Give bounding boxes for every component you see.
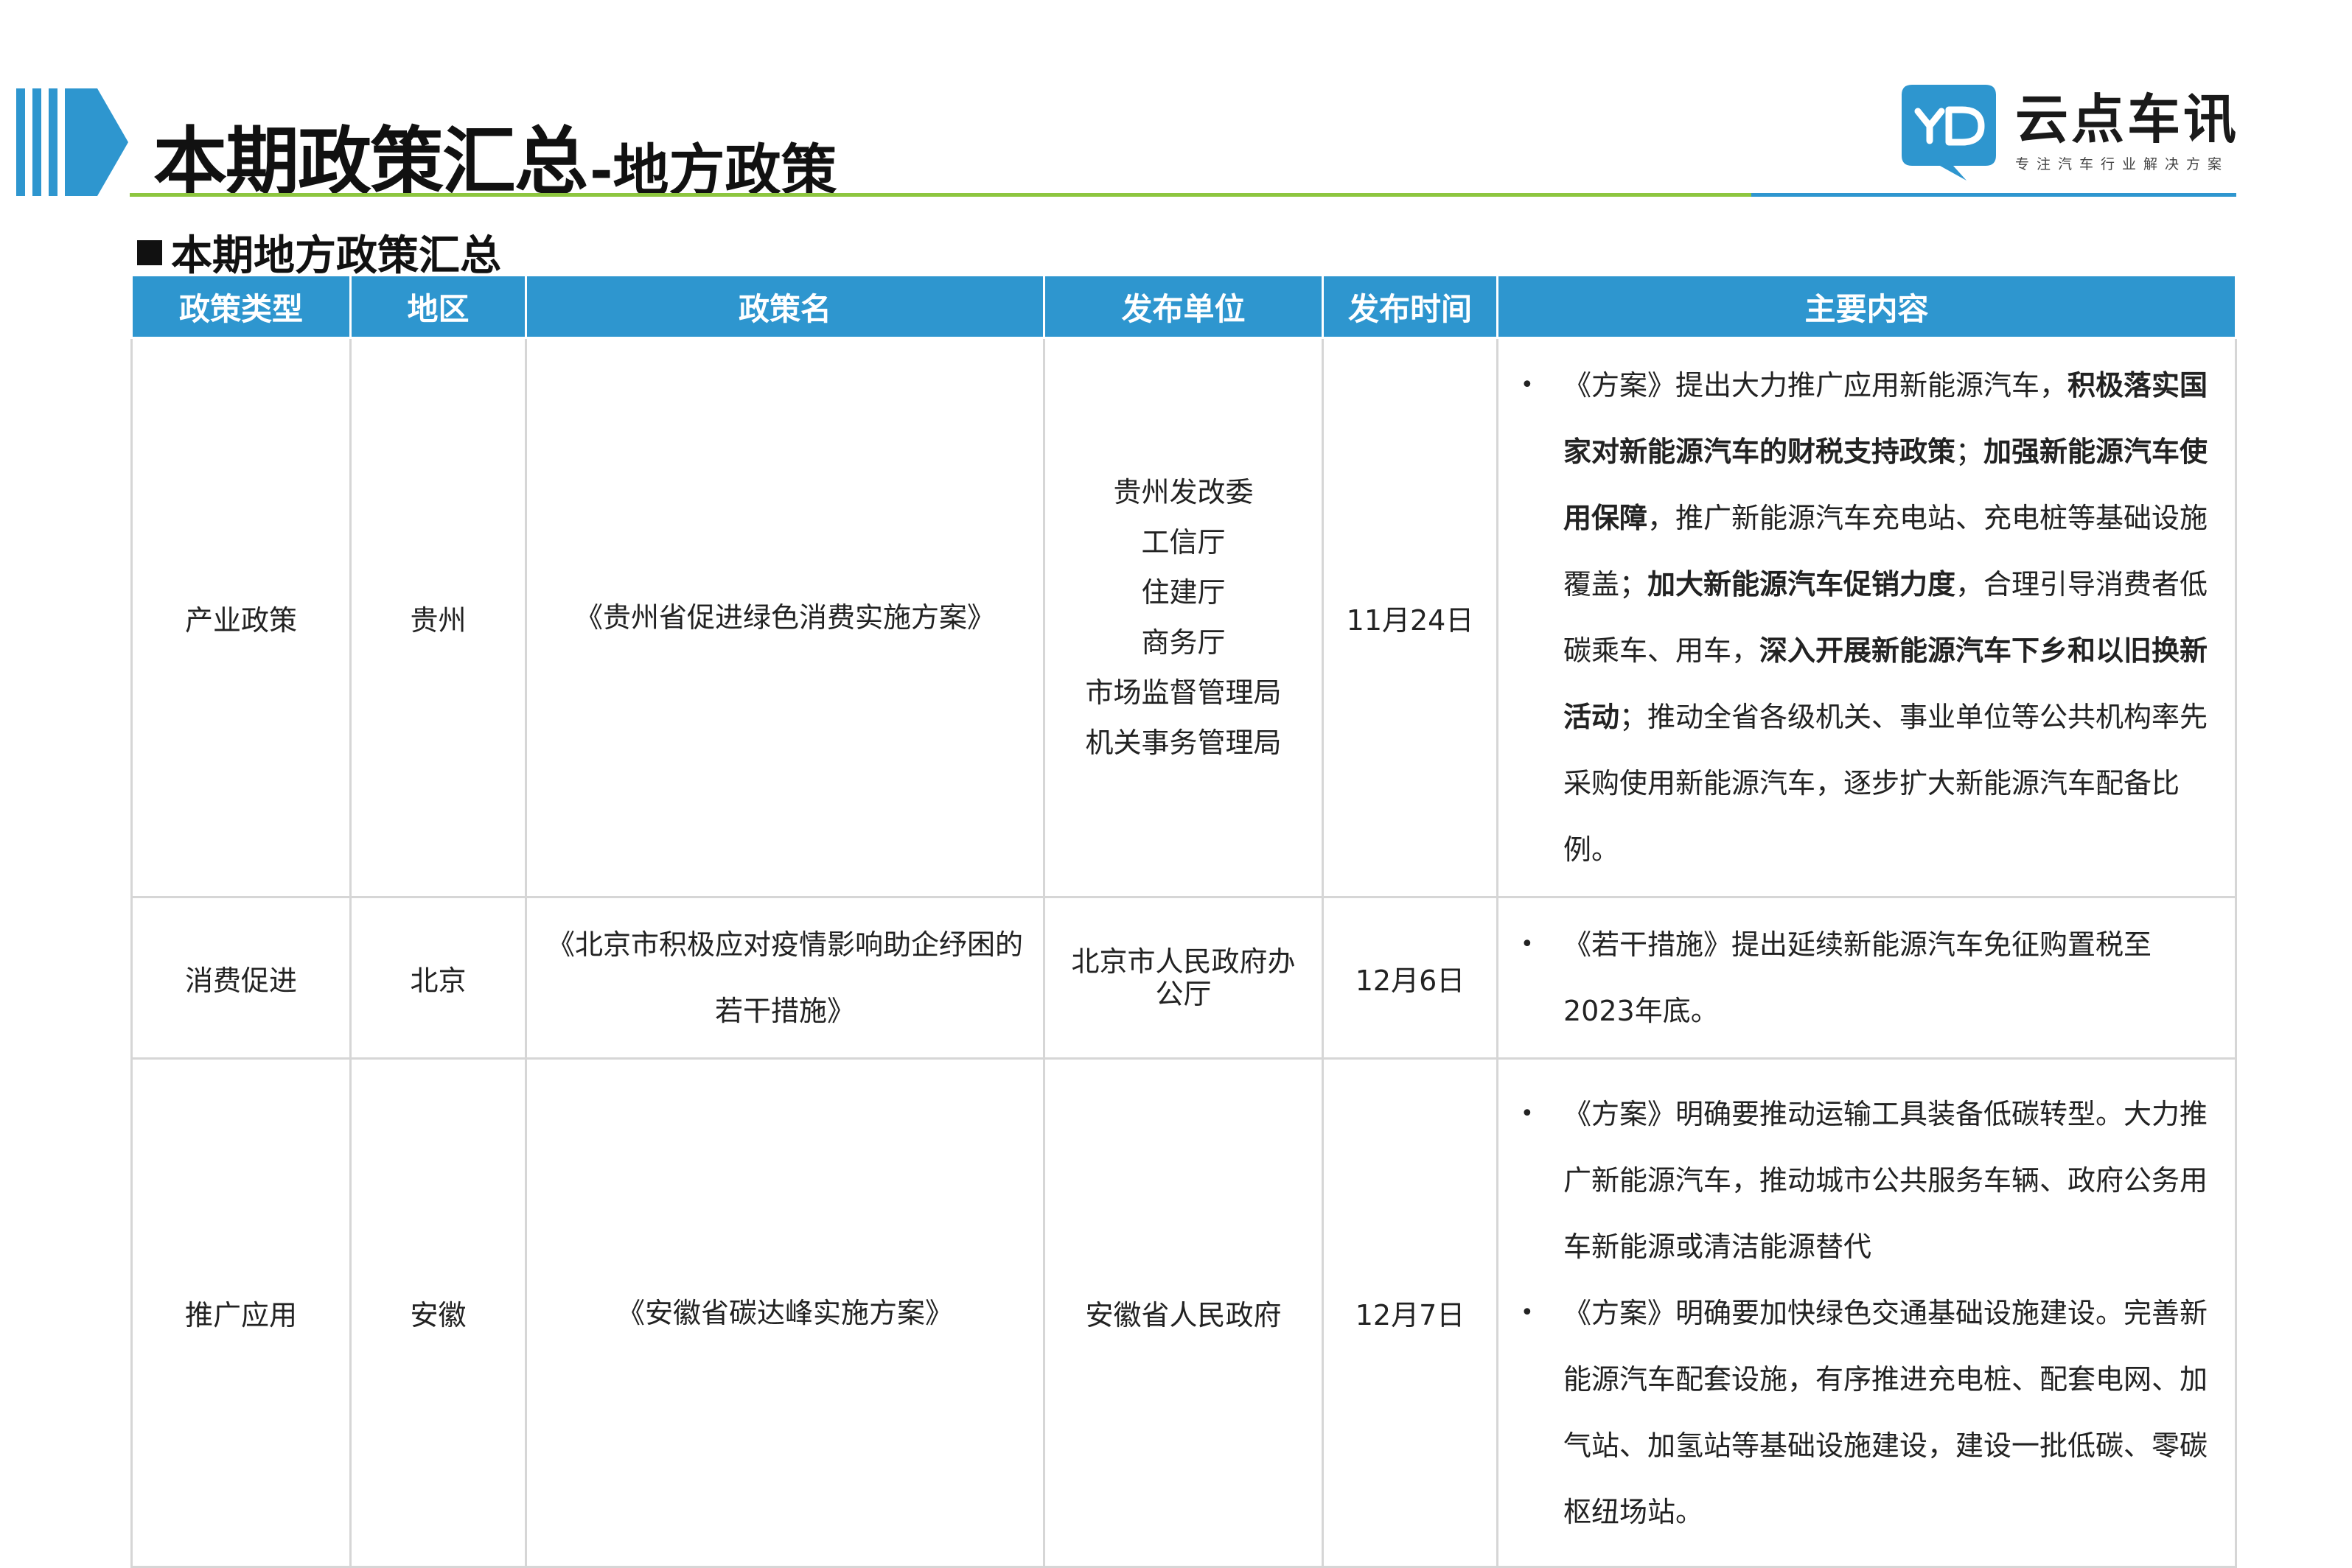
cell-content: 《方案》提出大力推广应用新能源汽车，积极落实国家对新能源汽车的财税支持政策；加强… — [1496, 337, 2237, 898]
text-phrase: 《若干措施》提出延续新能源汽车免征购置税至2023年底。 — [1563, 928, 2152, 1027]
page-title-main: 本期政策汇总 — [153, 119, 588, 205]
cell-publisher: 安徽省人民政府 — [1043, 1057, 1324, 1568]
header-publisher: 发布单位 — [1043, 274, 1324, 339]
title-underline — [130, 193, 2236, 197]
table-header-row: 政策类型 地区 政策名 发布单位 发布时间 主要内容 — [130, 274, 2237, 339]
bold-phrase: 加大新能源汽车促销力度 — [1647, 568, 1956, 601]
table-row: 推广应用安徽 《安徽省碳达峰实施方案》 安徽省人民政府 12月7日《方案》明确要推动运… — [130, 1057, 2237, 1568]
cell-region: 安徽 — [349, 1057, 527, 1568]
text-phrase: 《方案》提出大力推广应用新能源汽车， — [1563, 369, 2068, 402]
header-content: 主要内容 — [1496, 274, 2237, 339]
policy-name-line: 若干措施》 — [714, 995, 855, 1027]
table-row: 产业政策 贵州 《贵州省促进绿色消费实施方案》 贵州发改委工信厅住建厅商务厅市场监督管… — [130, 337, 2237, 898]
content-bullet: 《方案》提出大力推广应用新能源汽车，积极落实国家对新能源汽车的财税支持政策；加强… — [1518, 352, 2220, 883]
cell-publisher: 北京市人民政府办 公厅 — [1043, 896, 1324, 1060]
content-bullet: 《方案》明确要加快绿色交通基础设施建设。完善新能源汽车配套设施，有序推进充电桩、… — [1518, 1280, 2220, 1545]
cell-region: 北京 — [349, 896, 527, 1060]
header-date: 发布时间 — [1322, 274, 1498, 339]
policy-name-line: 《北京市积极应对疫情影响助企纾困的 — [546, 928, 1023, 961]
content-bullet-list: 《方案》提出大力推广应用新能源汽车，积极落实国家对新能源汽车的财税支持政策；加强… — [1518, 352, 2220, 883]
header-policy-type: 政策类型 — [130, 274, 352, 339]
text-phrase: ；推动全省各级机关、事业单位等公共机构率先采购使用新能源汽车，逐步扩大新能源汽车… — [1563, 701, 2208, 866]
cell-policy-type: 推广应用 — [130, 1057, 352, 1568]
content-bullet: 《若干措施》提出延续新能源汽车免征购置税至2023年底。 — [1518, 911, 2220, 1044]
publisher-line: 北京市人民政府办 — [1071, 945, 1296, 978]
content-bullet: 《方案》明确要推动运输工具装备低碳转型。大力推广新能源汽车，推动城市公共服务车辆… — [1518, 1081, 2220, 1280]
yd-logo-icon — [1902, 85, 1996, 181]
publisher-line: 机关事务管理局 — [1085, 727, 1282, 759]
cell-publisher: 贵州发改委工信厅住建厅商务厅市场监督管理局 机关事务管理局 — [1043, 337, 1324, 898]
section-title: 本期地方政策汇总 — [137, 223, 501, 282]
publisher-line: 商务厅 — [1141, 626, 1226, 659]
publisher-line: 公厅 — [1155, 978, 1212, 1010]
text-phrase: 《方案》明确要推动运输工具装备低碳转型。大力推广新能源汽车，推动城市公共服务车辆… — [1563, 1097, 2208, 1263]
policy-name-line: 《贵州省促进绿色消费实施方案》 — [574, 601, 995, 634]
cell-date: 11月24日 — [1322, 337, 1498, 898]
cell-date: 12月6日 — [1322, 896, 1498, 1060]
square-bullet-icon — [137, 239, 162, 265]
header-region: 地区 — [349, 274, 527, 339]
page-title-sub: -地方政策 — [590, 138, 837, 203]
content-bullet-list: 《若干措施》提出延续新能源汽车免征购置税至2023年底。 — [1518, 911, 2220, 1044]
text-phrase: ； — [1955, 435, 1984, 468]
publisher-line: 住建厅 — [1141, 576, 1226, 609]
cell-policy-type: 消费促进 — [130, 896, 352, 1060]
header-policy-name: 政策名 — [525, 274, 1045, 339]
policy-table: 政策类型 地区 政策名 发布单位 发布时间 主要内容 产业政策 贵州 《贵州省促进绿… — [130, 274, 2237, 1568]
cell-policy-name: 《安徽省碳达峰实施方案》 — [525, 1057, 1045, 1568]
publisher-line: 市场监督管理局 — [1085, 676, 1282, 709]
publisher-line: 工信厅 — [1141, 526, 1226, 559]
text-phrase: 《方案》明确要加快绿色交通基础设施建设。完善新能源汽车配套设施，有序推进充电桩、… — [1563, 1296, 2208, 1528]
brand-logo: 云点车讯 专注汽车行业解决方案 — [1902, 81, 2239, 184]
header-accent-bars-icon — [16, 88, 128, 196]
policy-name-line: 《安徽省碳达峰实施方案》 — [616, 1296, 953, 1329]
cell-region: 贵州 — [349, 337, 527, 898]
cell-policy-name: 《北京市积极应对疫情影响助企纾困的 若干措施》 — [525, 896, 1045, 1060]
section-title-text: 本期地方政策汇总 — [171, 232, 501, 280]
cell-policy-type: 产业政策 — [130, 337, 352, 898]
publisher-line: 安徽省人民政府 — [1085, 1299, 1282, 1331]
page-title: 本期政策汇总 -地方政策 — [153, 88, 837, 199]
table-row: 消费促进 北京 《北京市积极应对疫情影响助企纾困的 若干措施》 北京市人民政府办 公厅 12… — [130, 896, 2237, 1060]
content-bullet-list: 《方案》明确要推动运输工具装备低碳转型。大力推广新能源汽车，推动城市公共服务车辆… — [1518, 1081, 2220, 1545]
logo-name: 云点车讯 — [2015, 88, 2240, 150]
cell-policy-name: 《贵州省促进绿色消费实施方案》 — [525, 337, 1045, 898]
publisher-line: 贵州发改委 — [1113, 476, 1254, 508]
cell-date: 12月7日 — [1322, 1057, 1498, 1568]
logo-tagline: 专注汽车行业解决方案 — [2015, 156, 2230, 173]
cell-content: 《方案》明确要推动运输工具装备低碳转型。大力推广新能源汽车，推动城市公共服务车辆… — [1496, 1057, 2237, 1568]
cell-content: 《若干措施》提出延续新能源汽车免征购置税至2023年底。 — [1496, 896, 2237, 1060]
